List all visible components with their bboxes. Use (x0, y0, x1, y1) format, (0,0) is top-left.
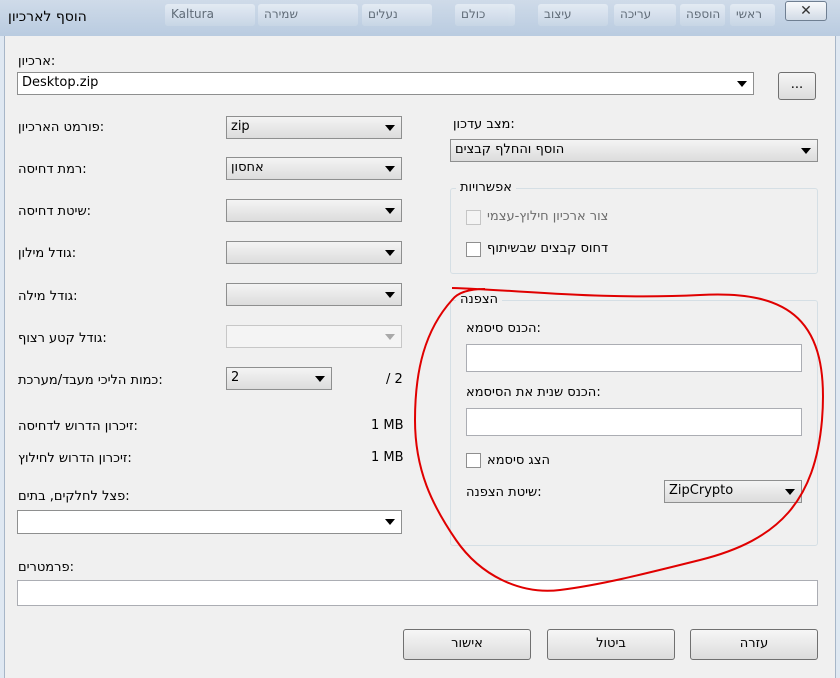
close-button[interactable]: ✕ (785, 1, 827, 21)
archive-label: ארכיון: (18, 54, 56, 69)
ok-button-label: אישור (451, 636, 483, 651)
update-value: הוסף והחלף קבצים (455, 142, 565, 157)
background-tab: נעלים (362, 4, 432, 26)
dictionary-select[interactable] (226, 241, 402, 264)
browse-button[interactable]: ... (778, 72, 816, 100)
ok-button[interactable]: אישור (403, 629, 531, 660)
show-password-label[interactable]: הצג סיסמא (487, 453, 550, 468)
background-tab: ראשי (730, 4, 775, 26)
shared-label[interactable]: דחוס קבצים שבשיתוף (487, 241, 608, 256)
background-tab: הוספה (680, 4, 725, 26)
sfx-label: צור ארכיון חילוץ-עצמי (487, 209, 609, 224)
params-label: פרמטרים: (18, 560, 74, 575)
background-tab: עריכה (614, 4, 676, 26)
close-icon: ✕ (800, 3, 812, 19)
chevron-down-icon (385, 334, 395, 340)
params-input[interactable] (17, 580, 818, 606)
word-select[interactable] (226, 283, 402, 306)
archive-value: Desktop.zip (22, 75, 99, 90)
update-select[interactable]: הוסף והחלף קבצים (450, 139, 818, 162)
solid-label: גודל קטע רצוף: (18, 331, 107, 346)
mem-decompress-label: זיכרון הדרוש לחילוץ: (18, 451, 132, 466)
format-value: zip (231, 119, 250, 134)
encryption-method-select[interactable]: ZipCrypto (664, 480, 802, 503)
chevron-down-icon (315, 376, 325, 382)
level-select[interactable]: אחסון (226, 157, 402, 180)
password-input[interactable] (466, 344, 802, 372)
mem-compress-value: 1 MB (371, 418, 404, 433)
word-label: גודל מילה: (18, 289, 78, 304)
title-bar: הוסף לארכיון Kaltura שמירה נעלים כולם עי… (0, 0, 840, 36)
browse-button-label: ... (790, 77, 804, 92)
options-title: אפשרויות (456, 180, 516, 195)
level-label: רמת דחיסה: (18, 162, 87, 177)
help-button-label: עזרה (739, 636, 769, 651)
encryption-method-value: ZipCrypto (669, 483, 734, 498)
help-button[interactable]: עזרה (690, 629, 818, 660)
mem-decompress-value: 1 MB (371, 450, 404, 465)
window-title: הוסף לארכיון (8, 9, 87, 25)
threads-label: כמות הליכי מעבד/מערכת: (18, 373, 163, 388)
background-tab: כולם (455, 4, 515, 26)
cancel-button-label: ביטול (596, 636, 626, 651)
method-label: שיטת דחיסה: (18, 204, 92, 219)
show-password-checkbox[interactable] (466, 453, 481, 468)
encryption-title: הצפנה (456, 292, 503, 307)
chevron-down-icon (385, 166, 395, 172)
split-combo[interactable] (17, 510, 402, 534)
chevron-down-icon (385, 519, 395, 525)
reenter-input[interactable] (466, 408, 802, 436)
chevron-down-icon (785, 489, 795, 495)
level-value: אחסון (231, 160, 264, 175)
split-label: פצל לחלקים, בתים: (18, 489, 130, 504)
background-tab: Kaltura (165, 4, 255, 26)
background-tab: עיצוב (538, 4, 608, 26)
format-select[interactable]: zip (226, 116, 402, 139)
update-label: מצב עדכון: (453, 117, 515, 132)
threads-max: / 2 (386, 372, 403, 387)
format-label: פורמט הארכיון: (18, 120, 105, 135)
chevron-down-icon (801, 148, 811, 154)
solid-select (226, 325, 402, 348)
threads-select[interactable]: 2 (226, 367, 332, 390)
encryption-method-label: שיטת הצפנה: (466, 485, 542, 500)
chevron-down-icon (385, 250, 395, 256)
threads-value: 2 (231, 370, 240, 385)
mem-compress-label: זיכרון הדרוש לדחיסה: (18, 419, 138, 434)
dictionary-label: גודל מילון: (18, 246, 77, 261)
chevron-down-icon (385, 208, 395, 214)
shared-checkbox[interactable] (466, 242, 481, 257)
background-tab: שמירה (258, 4, 358, 26)
cancel-button[interactable]: ביטול (547, 629, 675, 660)
reenter-label: הכנס שנית את הסיסמא: (466, 385, 601, 400)
chevron-down-icon (385, 292, 395, 298)
chevron-down-icon (737, 81, 747, 87)
password-label: הכנס סיסמא: (466, 321, 541, 336)
archive-combo[interactable]: Desktop.zip (17, 72, 754, 95)
sfx-checkbox (466, 210, 481, 225)
options-group (450, 188, 818, 274)
method-select[interactable] (226, 199, 402, 222)
chevron-down-icon (385, 125, 395, 131)
